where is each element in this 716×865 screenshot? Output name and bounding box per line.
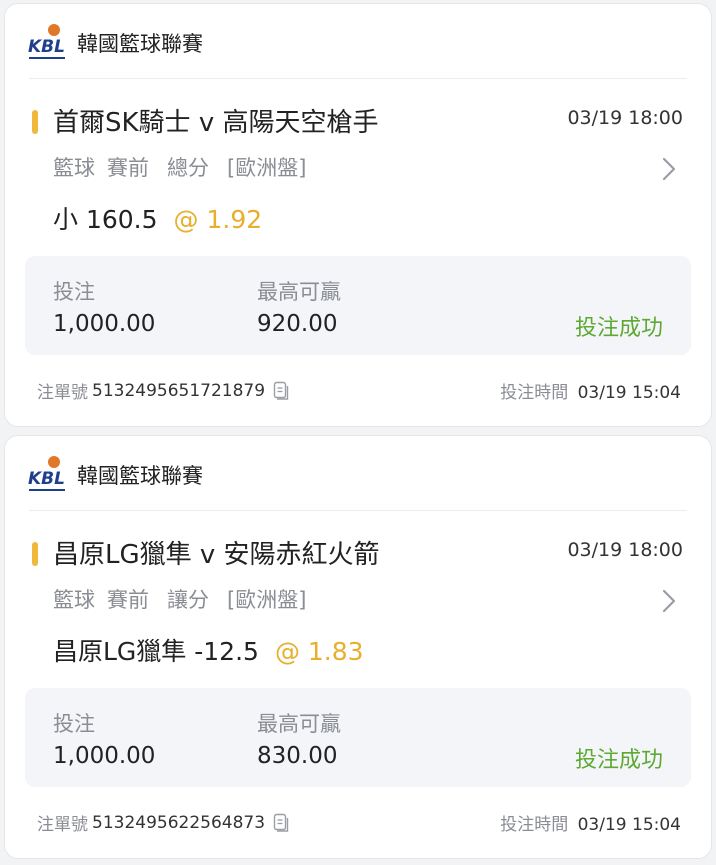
max-win-value: 830.00 <box>257 743 338 769</box>
stake-panel: 投注 1,000.00 最高可贏 920.00 投注成功 <box>25 256 691 355</box>
bet-time-label: 投注時間 <box>500 815 569 835</box>
odds-type-label: [歐洲盤] <box>227 588 307 612</box>
sport-label: 籃球 <box>53 156 95 180</box>
stake-label: 投注 <box>53 280 95 304</box>
stake-value: 1,000.00 <box>53 743 156 769</box>
kbl-logo: KBL <box>27 454 67 496</box>
market-label: 讓分 <box>167 588 209 612</box>
odds-type-label: [歐洲盤] <box>227 156 307 180</box>
bet-time-label: 投注時間 <box>500 383 569 403</box>
selection-label: 小 160.5 <box>53 205 158 234</box>
max-win-label: 最高可贏 <box>257 712 341 736</box>
odds-value: @ 1.83 <box>274 637 364 666</box>
bet-meta: 籃球 賽前 總分 [歐洲盤] <box>53 152 306 182</box>
bet-card[interactable]: KBL 韓國籃球聯賽 首爾SK騎士 v 高陽天空槍手 03/19 18:00 籃… <box>4 3 712 427</box>
order-number: 注單號 5132495651721879 <box>37 378 289 403</box>
order-label: 注單號 <box>37 383 88 403</box>
kbl-logo: KBL <box>27 22 67 64</box>
stake-label: 投注 <box>53 712 95 736</box>
selection: 小 160.5 @ 1.92 <box>53 200 262 236</box>
match-title: 首爾SK騎士 v 高陽天空槍手 <box>53 108 379 138</box>
copy-icon[interactable] <box>273 381 289 401</box>
league-name: 韓國籃球聯賽 <box>77 464 203 488</box>
match-time: 03/19 18:00 <box>567 107 683 129</box>
max-win-value: 920.00 <box>257 311 338 337</box>
selection: 昌原LG獵隼 -12.5 @ 1.83 <box>53 632 364 668</box>
league-header: KBL 韓國籃球聯賽 <box>27 22 203 64</box>
phase-label: 賽前 <box>107 588 149 612</box>
chevron-right-icon[interactable] <box>659 586 679 616</box>
league-header: KBL 韓國籃球聯賽 <box>27 454 203 496</box>
bet-time: 投注時間 03/19 15:04 <box>500 378 681 403</box>
order-number: 注單號 5132495622564873 <box>37 810 289 835</box>
sport-label: 籃球 <box>53 588 95 612</box>
status-badge: 投注成功 <box>574 748 663 773</box>
max-win-label: 最高可贏 <box>257 280 341 304</box>
match-title: 昌原LG獵隼 v 安陽赤紅火箭 <box>53 540 380 570</box>
divider <box>29 78 687 79</box>
svg-text:KBL: KBL <box>28 37 65 57</box>
odds-value: @ 1.92 <box>173 205 263 234</box>
selection-label: 昌原LG獵隼 -12.5 <box>53 637 259 666</box>
league-name: 韓國籃球聯賽 <box>77 32 203 56</box>
status-badge: 投注成功 <box>574 316 663 341</box>
svg-text:KBL: KBL <box>28 469 65 489</box>
phase-label: 賽前 <box>107 156 149 180</box>
match-accent-bar <box>32 110 38 134</box>
match-time: 03/19 18:00 <box>567 539 683 561</box>
copy-icon[interactable] <box>273 813 289 833</box>
bet-time-value: 03/19 15:04 <box>577 383 681 403</box>
bet-time: 投注時間 03/19 15:04 <box>500 810 681 835</box>
chevron-right-icon[interactable] <box>659 154 679 184</box>
divider <box>29 510 687 511</box>
bet-card[interactable]: KBL 韓國籃球聯賽 昌原LG獵隼 v 安陽赤紅火箭 03/19 18:00 籃… <box>4 435 712 859</box>
order-label: 注單號 <box>37 815 88 835</box>
match-accent-bar <box>32 542 38 566</box>
stake-value: 1,000.00 <box>53 311 156 337</box>
order-value: 5132495651721879 <box>92 380 266 401</box>
order-value: 5132495622564873 <box>92 812 266 833</box>
bet-meta: 籃球 賽前 讓分 [歐洲盤] <box>53 584 306 614</box>
bet-time-value: 03/19 15:04 <box>577 815 681 835</box>
market-label: 總分 <box>167 156 209 180</box>
stake-panel: 投注 1,000.00 最高可贏 830.00 投注成功 <box>25 688 691 787</box>
